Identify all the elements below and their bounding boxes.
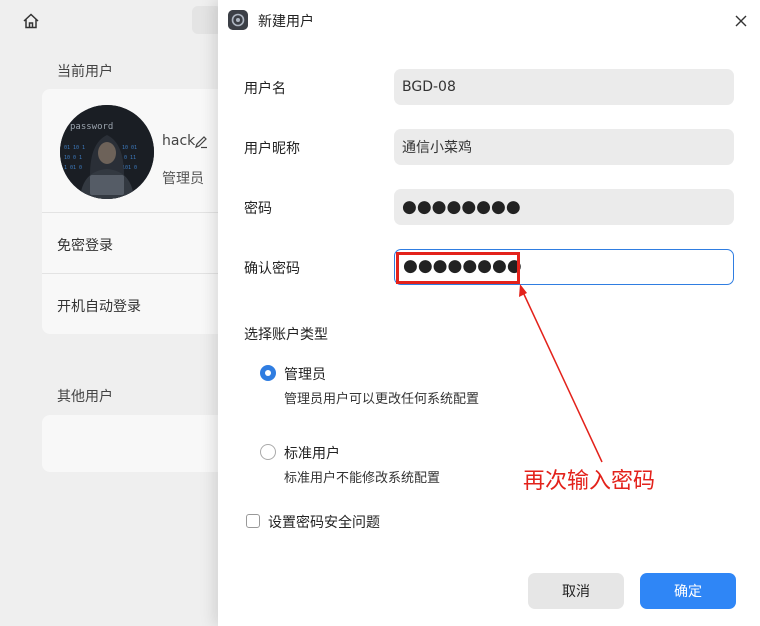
svg-text:10 01: 10 01 <box>122 145 137 151</box>
current-users-label: 当前用户 <box>57 64 113 80</box>
home-icon[interactable] <box>22 12 40 30</box>
annotation-text: 再次输入密码 <box>523 469 656 494</box>
user-name: hack <box>162 133 196 149</box>
password-label: 密码 <box>244 201 272 217</box>
admin-radio[interactable] <box>260 365 276 381</box>
standard-option-title[interactable]: 标准用户 <box>284 443 340 463</box>
admin-option-desc: 管理员用户可以更改任何系统配置 <box>284 392 480 407</box>
password-input[interactable]: ●●●●●●●● <box>394 189 734 225</box>
nickname-input[interactable] <box>394 129 734 165</box>
security-question-checkbox[interactable] <box>246 514 260 528</box>
svg-text:10 0 1: 10 0 1 <box>64 155 82 161</box>
standard-radio[interactable] <box>260 444 276 460</box>
avatar[interactable]: password 01 10 1 10 01 10 0 1 0 11 1 01 0 1… <box>60 105 154 199</box>
username-label: 用户名 <box>244 81 286 97</box>
divider <box>42 212 232 213</box>
svg-text:101 0: 101 0 <box>122 165 137 171</box>
svg-text:password: password <box>70 122 113 132</box>
admin-option-title[interactable]: 管理员 <box>284 364 326 384</box>
security-question-label[interactable]: 设置密码安全问题 <box>268 512 380 532</box>
user-role: 管理员 <box>162 171 204 187</box>
svg-text:01 10 1: 01 10 1 <box>64 145 85 151</box>
ok-button[interactable]: 确定 <box>640 573 736 609</box>
cancel-button[interactable]: 取消 <box>528 573 624 609</box>
svg-text:0 11: 0 11 <box>124 155 136 161</box>
standard-option-desc: 标准用户不能修改系统配置 <box>284 471 441 486</box>
edit-icon[interactable] <box>194 135 208 149</box>
nickname-label: 用户昵称 <box>244 141 300 157</box>
annotation-highlight-box <box>396 252 520 284</box>
password-dots: ●●●●●●●● <box>402 197 521 217</box>
divider <box>42 273 232 274</box>
confirm-password-label: 确认密码 <box>244 261 300 277</box>
auto-login-row[interactable]: 开机自动登录 <box>57 296 141 316</box>
app-logo-icon <box>228 10 248 30</box>
svg-text:1 01 0: 1 01 0 <box>64 165 82 171</box>
account-type-title: 选择账户类型 <box>244 327 328 343</box>
dialog-title: 新建用户 <box>258 14 314 30</box>
username-input[interactable] <box>394 69 734 105</box>
passwordless-login-row[interactable]: 免密登录 <box>57 235 113 255</box>
new-user-dialog: 新建用户 用户名 用户昵称 密码 ●●●●●●●● 确认密码 ●●●●●●●● … <box>218 0 760 626</box>
close-icon[interactable] <box>730 10 752 32</box>
other-users-label: 其他用户 <box>57 389 113 405</box>
other-users-card <box>42 415 232 472</box>
